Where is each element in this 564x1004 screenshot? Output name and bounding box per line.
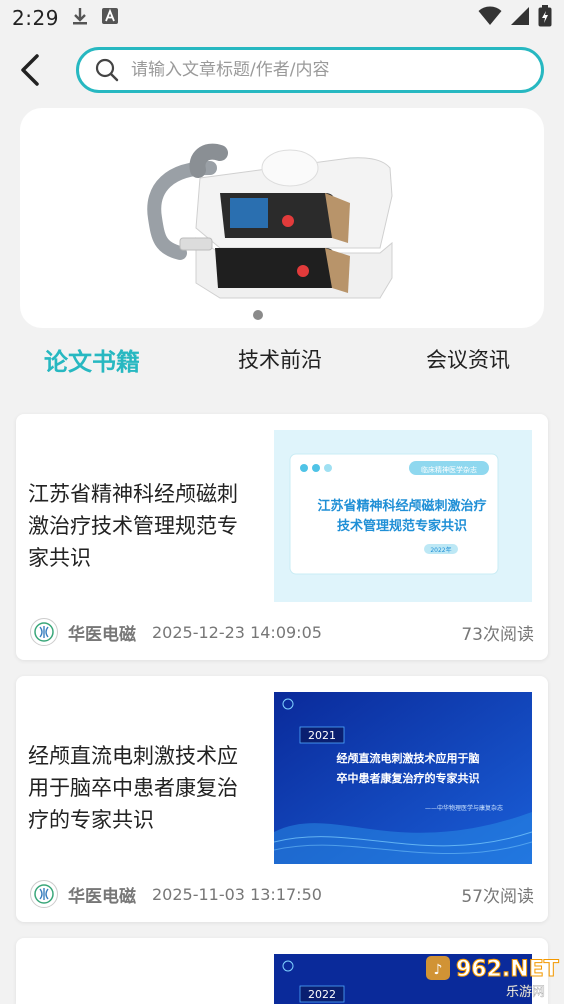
status-time: 2:29: [12, 6, 59, 30]
wifi-icon: [478, 6, 502, 30]
publisher-logo-icon: [30, 880, 58, 908]
article-card[interactable]: 经颅直流电刺激技术应用于脑卒中患者康复治疗的专家共识 2021 经颅直流电刺激技…: [16, 676, 548, 922]
article-title: 经颅直流电刺激技术应用于脑卒中患者康复治疗的专家共识: [28, 744, 238, 832]
watermark-logo: ♪ 962.NET 乐游网: [426, 954, 560, 1000]
article-card[interactable]: 江苏省精神科经颅磁刺激治疗技术管理规范专家共识 临床精神医学杂志 江苏省精神科经…: [16, 414, 548, 660]
search-input[interactable]: [131, 60, 491, 80]
banner-carousel[interactable]: [20, 108, 544, 328]
publisher-logo-icon: [30, 618, 58, 646]
article-title: 江苏省精神科经颅磁刺激治疗技术管理规范专家共识: [28, 482, 238, 570]
article-meta: 华医电磁 2025-11-03 13:17:50 57次阅读: [30, 878, 534, 910]
thumb-year: 2022年: [430, 546, 451, 554]
tab-tech-frontier[interactable]: 技术前沿: [238, 344, 322, 374]
article-reads: 73次阅读: [461, 624, 534, 645]
thumb-line2: 卒中患者康复治疗的专家共识: [337, 771, 480, 785]
status-bar: 2:29: [0, 0, 564, 36]
article-thumbnail: 2021 经颅直流电刺激技术应用于脑 卒中患者康复治疗的专家共识 ——中华物理医…: [274, 692, 532, 864]
article-thumbnail: 临床精神医学杂志 江苏省精神科经颅磁刺激治疗 技术管理规范专家共识 2022年: [274, 430, 532, 602]
search-box[interactable]: [76, 47, 544, 93]
device-image: [147, 143, 393, 299]
article-author: 华医电磁: [68, 624, 136, 645]
thumb-year: 2022: [308, 988, 336, 1001]
thumb-line1: 江苏省精神科经颅磁刺激治疗: [317, 498, 486, 514]
header: [0, 40, 564, 100]
article-date: 2025-12-23 14:09:05: [152, 622, 322, 642]
article-meta: 华医电磁 2025-12-23 14:09:05 73次阅读: [30, 616, 534, 648]
thumb-year: 2021: [308, 729, 336, 742]
thumb-source: ——中华物理医学与康复杂志: [425, 804, 503, 812]
font-icon: [101, 7, 119, 29]
article-reads: 57次阅读: [461, 886, 534, 907]
download-icon: [71, 6, 89, 30]
chevron-left-icon: [21, 54, 39, 86]
article-author: 华医电磁: [68, 886, 136, 907]
svg-text:♪: ♪: [434, 962, 443, 978]
battery-icon: [538, 5, 552, 31]
watermark-sub: 乐游网: [506, 985, 545, 1000]
carousel-dot[interactable]: [253, 310, 263, 320]
thumb-line2: 技术管理规范专家共识: [337, 518, 467, 534]
search-icon: [95, 58, 119, 82]
thumb-tag: 临床精神医学杂志: [421, 465, 477, 474]
tab-conference-news[interactable]: 会议资讯: [426, 344, 510, 374]
signal-icon: [510, 6, 530, 30]
watermark-brand: 962.NET: [456, 957, 559, 982]
back-button[interactable]: [10, 50, 50, 90]
article-date: 2025-11-03 13:17:50: [152, 884, 322, 904]
thumb-line1: 经颅直流电刺激技术应用于脑: [337, 751, 480, 765]
tab-papers[interactable]: 论文书籍: [44, 342, 140, 377]
tab-bar: 论文书籍 技术前沿 会议资讯: [0, 336, 564, 386]
